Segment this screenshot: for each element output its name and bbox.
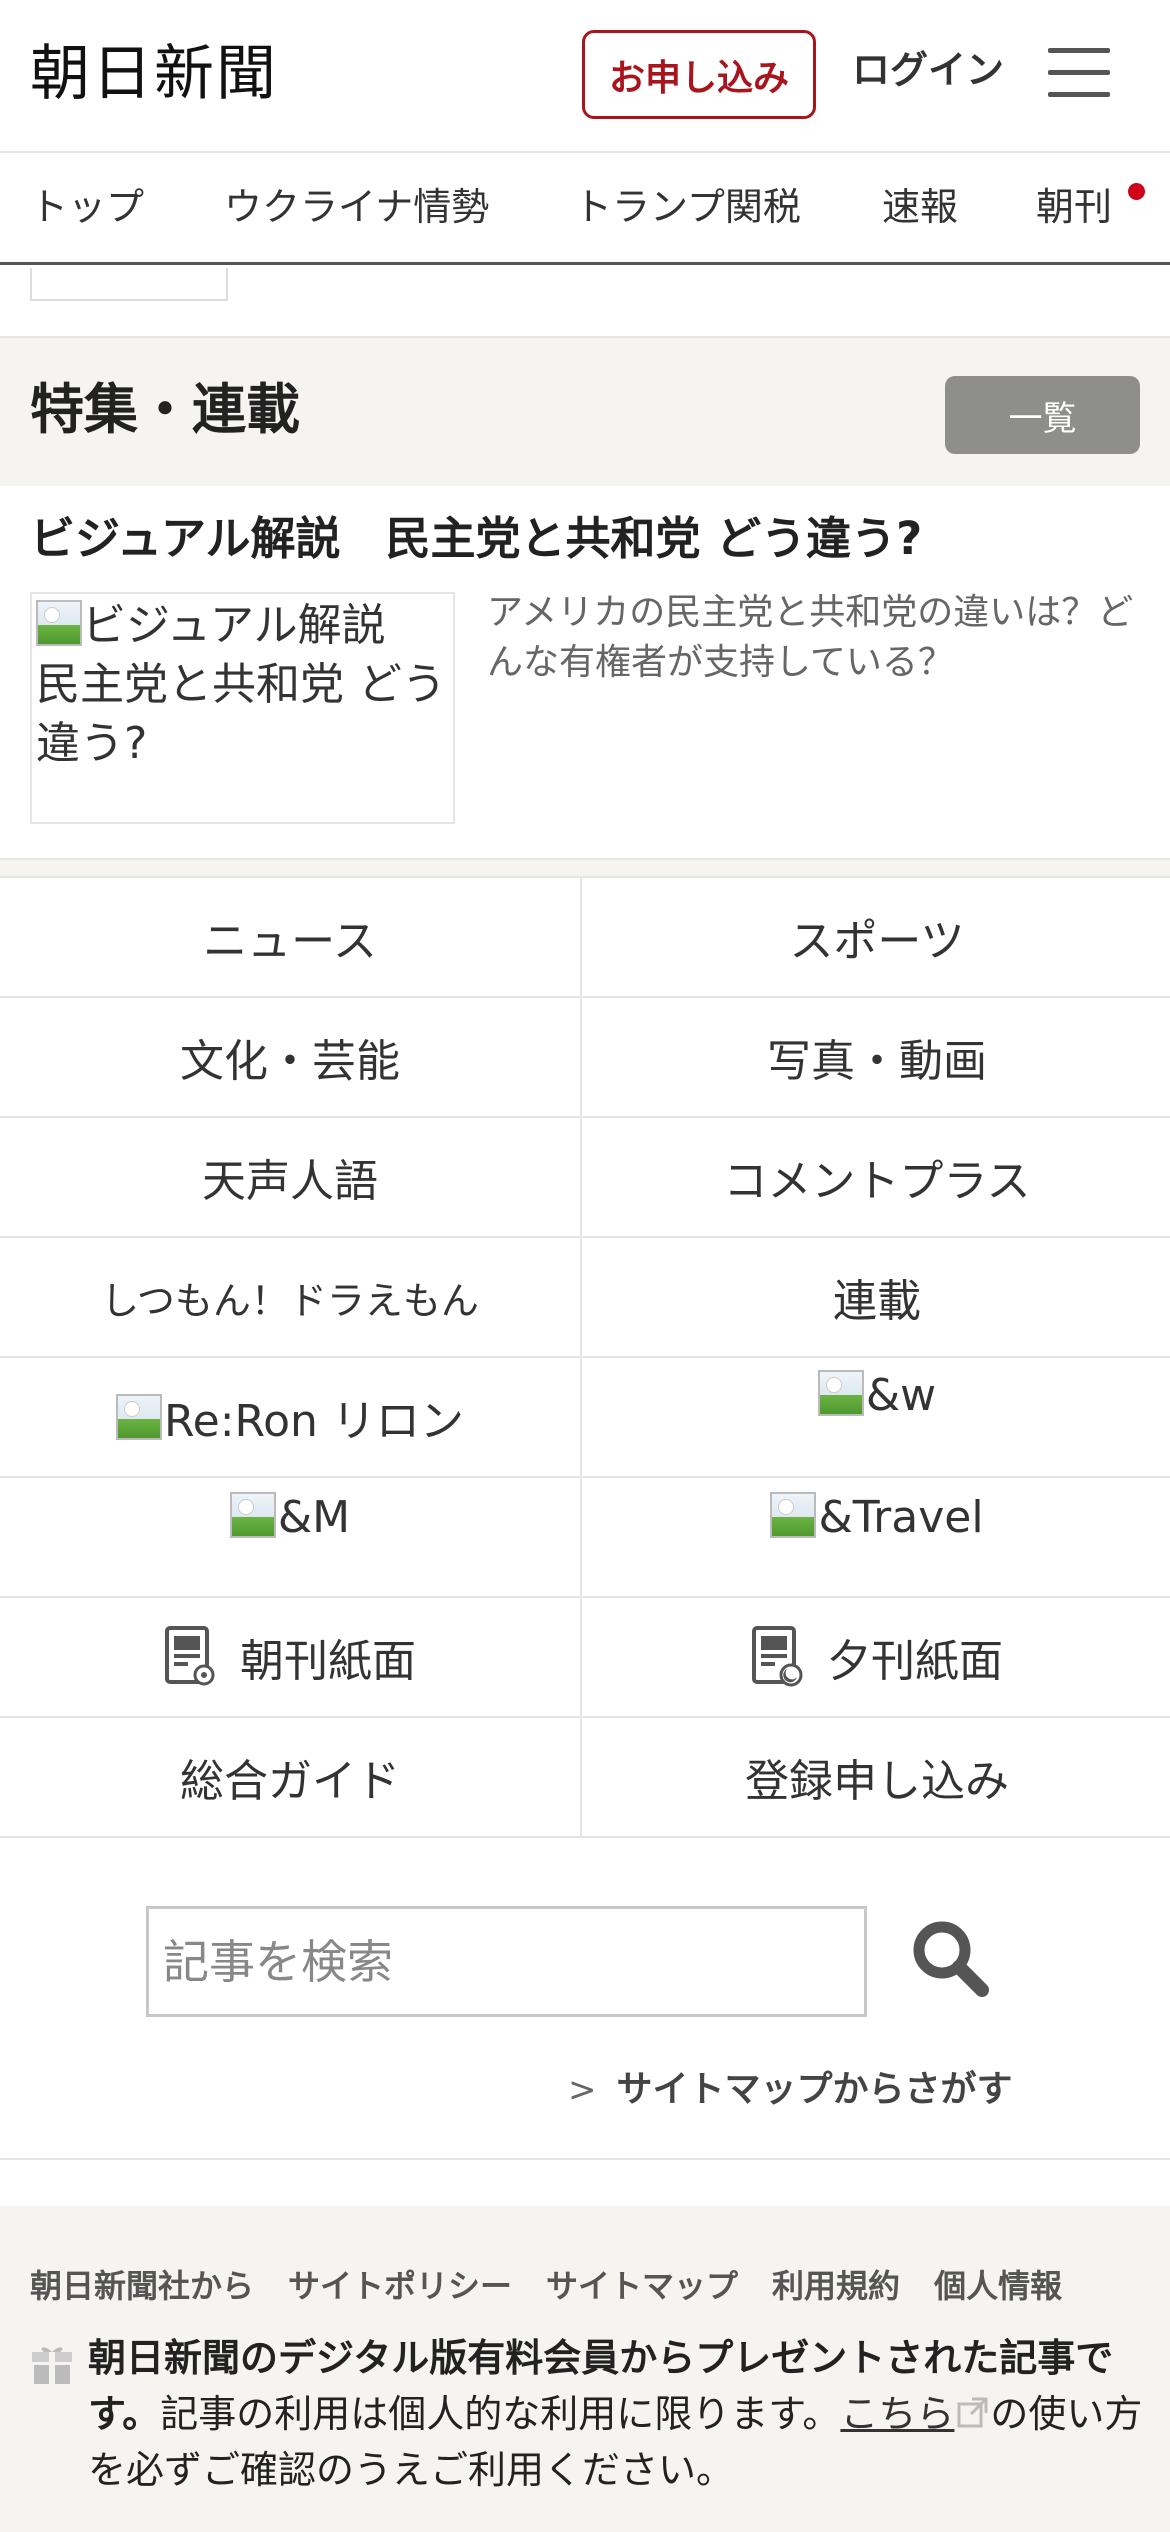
category-nav: トップ ウクライナ情勢 トランプ関税 速報 朝刊 [0,153,1170,265]
grid-link-reron[interactable]: Re:Ron リロン [0,1358,582,1476]
footer-divider [0,2158,1170,2160]
evening-paper-icon [751,1625,805,1689]
broken-image-icon [770,1492,817,1538]
footer-link-terms[interactable]: 利用規約 [772,2267,900,2305]
grid-link-comment-plus[interactable]: コメントプラス [584,1118,1170,1236]
site-footer: 朝日新聞社から サイトポリシー サイトマップ 利用規約 個人情報 朝日新聞のデジタル版有… [0,2206,1170,2532]
nav-tab-breaking[interactable]: 速報 [882,179,958,235]
gift-icon [30,2342,74,2386]
grid-link-and-w[interactable]: &w [584,1358,1170,1476]
site-logo[interactable]: 朝日新聞 [30,36,278,112]
gift-notice-text: 記事の利用は個人的な利用に限ります。 [160,2392,841,2436]
broken-image-icon [116,1394,163,1440]
apply-button[interactable]: お申し込み [582,30,816,119]
footer-link-privacy[interactable]: 個人情報 [934,2267,1062,2305]
grid-link-and-m[interactable]: &M [0,1478,582,1596]
grid-link-evening-paper[interactable]: 夕刊紙面 [584,1598,1170,1716]
usage-guide-link[interactable]: こちら [840,2392,954,2436]
broken-image-icon [36,600,82,646]
grid-row: Re:Ron リロン &w [0,1358,1170,1478]
link-grid: ニュース スポーツ 文化・芸能 写真・動画 天声人語 コメントプラス しつもん！… [0,876,1170,1838]
grid-link-reron-label: Re:Ron リロン [164,1396,464,1447]
grid-link-series[interactable]: 連載 [584,1238,1170,1356]
site-header: 朝日新聞 お申し込み ログイン [0,0,1170,153]
grid-link-and-m-label: &M [277,1492,351,1543]
footer-links: 朝日新聞社から サイトポリシー サイトマップ 利用規約 個人情報 [30,2262,1096,2310]
grid-row: 朝刊紙面 夕刊紙面 [0,1598,1170,1718]
grid-row: &M &Travel [0,1478,1170,1598]
section-divider [0,858,1170,878]
morning-paper-icon [164,1625,218,1689]
grid-link-evening-paper-label: 夕刊紙面 [827,1636,1003,1687]
footer-link-policy[interactable]: サイトポリシー [288,2267,512,2305]
sitemap-label: サイトマップからさがす [616,2069,1013,2110]
grid-link-doraemon[interactable]: しつもん！ドラえもん [0,1238,582,1356]
external-link-icon [956,2388,990,2428]
feature-section-header: 特集・連載 一覧 [0,336,1170,486]
grid-row: 天声人語 コメントプラス [0,1118,1170,1238]
hamburger-menu-icon[interactable] [1048,46,1110,100]
grid-row: しつもん！ドラえもん 連載 [0,1238,1170,1358]
grid-row: 文化・芸能 写真・動画 [0,998,1170,1118]
login-link[interactable]: ログイン [852,44,1004,96]
grid-link-photo-video[interactable]: 写真・動画 [584,998,1170,1116]
grid-link-tensei-jingo[interactable]: 天声人語 [0,1118,582,1236]
nav-tab-top[interactable]: トップ [30,179,144,235]
article-image[interactable]: ビジュアル解説 民主党と共和党 どう違う? [30,592,455,824]
search-input[interactable] [146,1906,867,2017]
list-button[interactable]: 一覧 [945,376,1140,454]
grid-link-register[interactable]: 登録申し込み [584,1718,1170,1836]
nav-tab-ukraine[interactable]: ウクライナ情勢 [224,179,489,235]
broken-image-icon [817,1370,864,1416]
grid-link-and-travel[interactable]: &Travel [584,1478,1170,1596]
grid-link-news[interactable]: ニュース [0,878,582,996]
notification-dot [1128,183,1145,200]
article-title[interactable]: ビジュアル解説 民主党と共和党 どう違う? [30,506,922,572]
search-icon[interactable] [906,1914,996,2004]
sitemap-link[interactable]: > サイトマップからさがす [568,2062,1013,2118]
article-description[interactable]: アメリカの民主党と共和党の違いは？どんな有権者が支持している？ [487,588,1147,688]
chevron-right-icon: > [568,2070,597,2110]
nav-tab-morning[interactable]: 朝刊 [1036,179,1112,235]
grid-row: ニュース スポーツ [0,878,1170,998]
gift-notice: 朝日新聞のデジタル版有料会員からプレゼントされた記事です。記事の利用は個人的な利… [88,2330,1148,2498]
footer-link-company[interactable]: 朝日新聞社から [30,2267,254,2305]
grid-row: 総合ガイド 登録申し込み [0,1718,1170,1838]
grid-link-culture[interactable]: 文化・芸能 [0,998,582,1116]
grid-link-and-w-label: &w [865,1370,937,1421]
nav-tab-tariffs[interactable]: トランプ関税 [574,179,801,235]
grid-link-morning-paper-label: 朝刊紙面 [240,1636,416,1687]
grid-link-sports[interactable]: スポーツ [584,878,1170,996]
grid-link-morning-paper[interactable]: 朝刊紙面 [0,1598,582,1716]
grid-link-guide[interactable]: 総合ガイド [0,1718,582,1836]
section-title: 特集・連載 [30,378,300,441]
footer-link-sitemap[interactable]: サイトマップ [546,2267,738,2305]
image-alt-text: ビジュアル解説 民主党と共和党 どう違う? [36,600,446,769]
broken-image-icon [229,1492,276,1538]
grid-link-and-travel-label: &Travel [818,1492,984,1543]
image-placeholder-stub [30,268,228,301]
